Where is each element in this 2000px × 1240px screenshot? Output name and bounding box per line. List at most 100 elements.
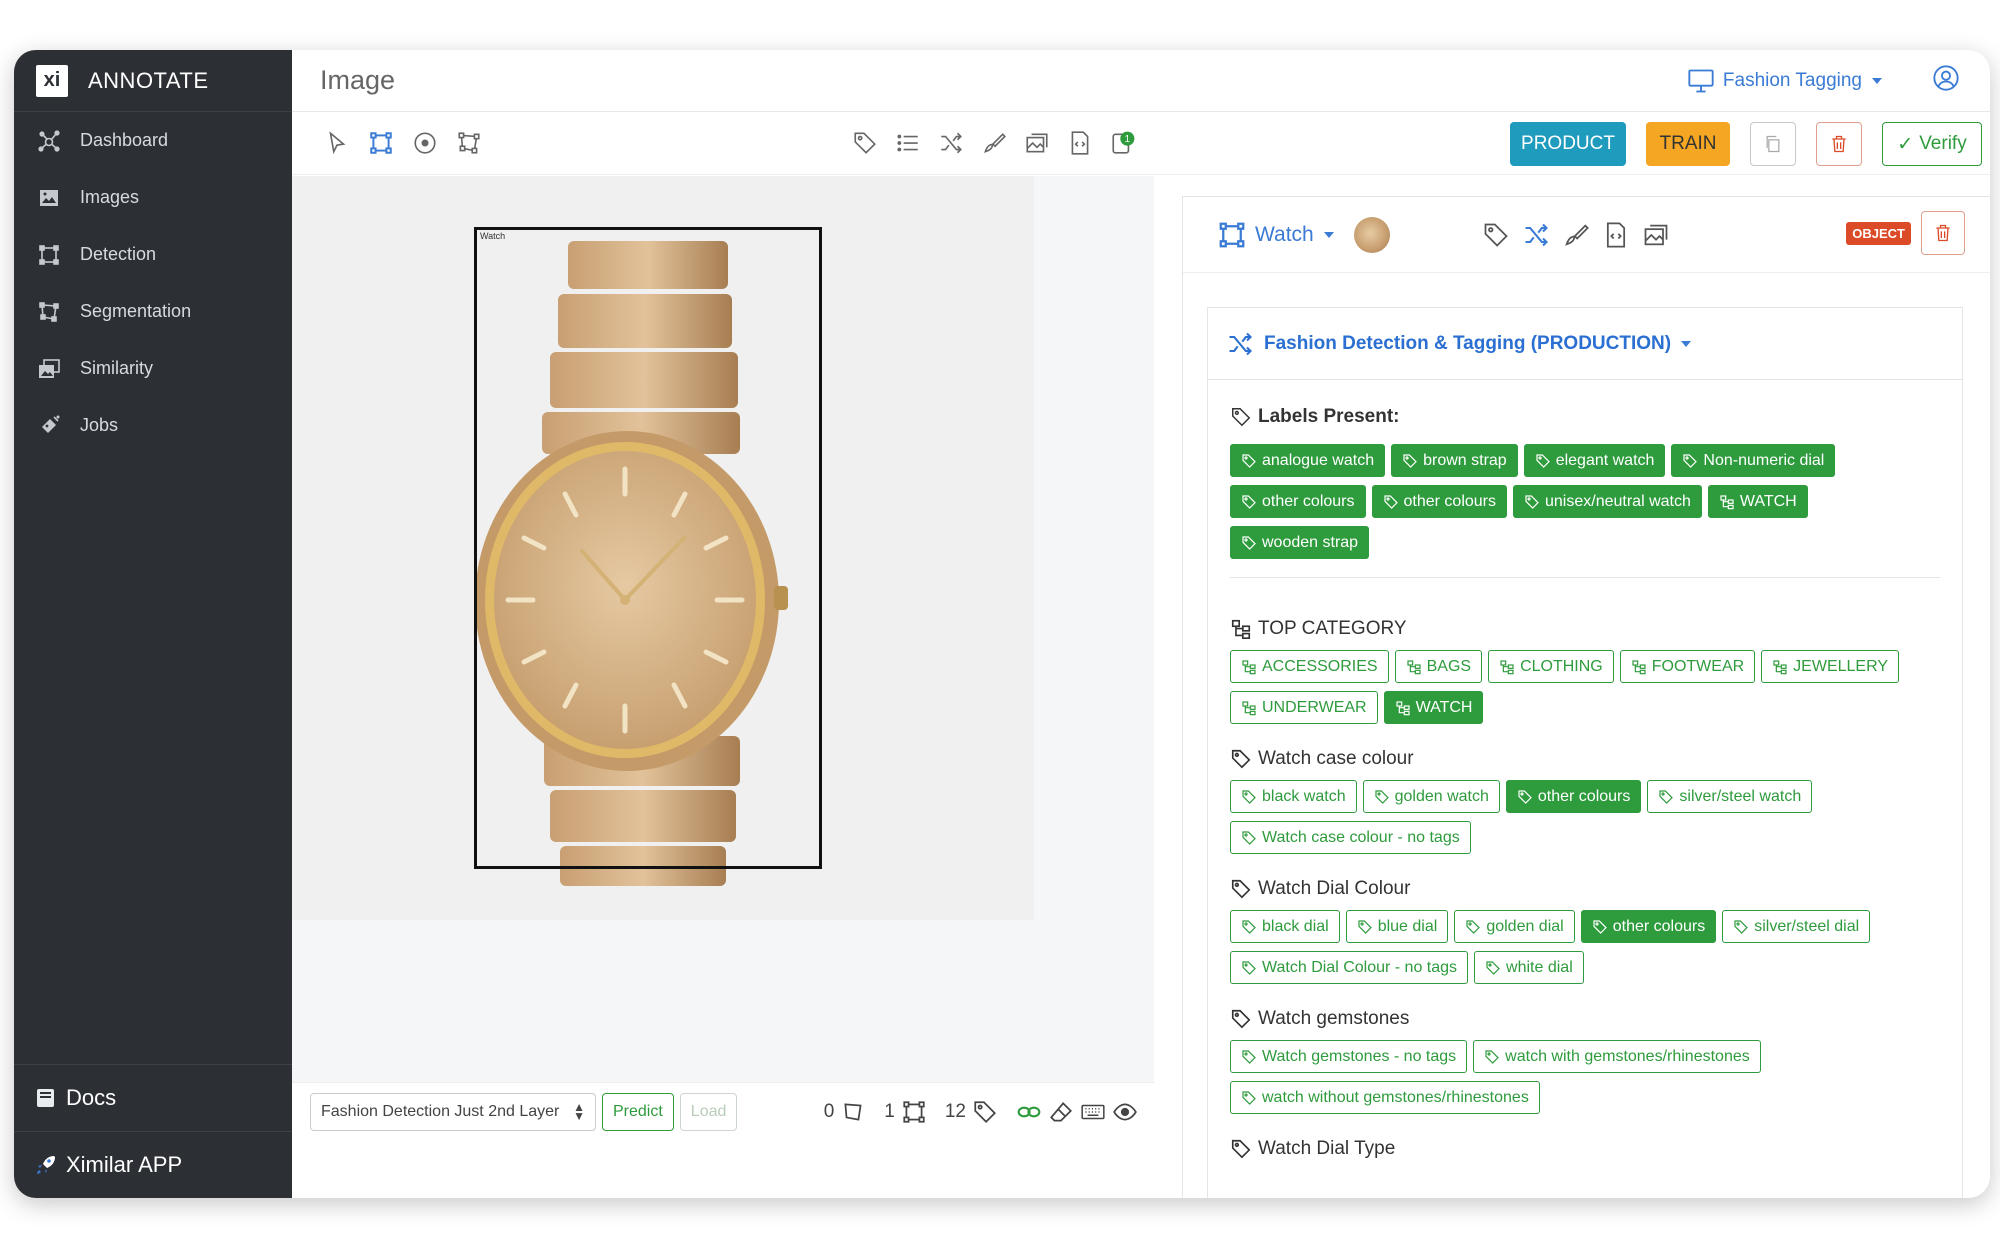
annotation-canvas[interactable]: Watch Fashion Detection Just 2nd Layer ▲… <box>292 176 1154 1140</box>
label-tag[interactable]: UNDERWEAR <box>1230 691 1378 724</box>
polygon-icon <box>458 132 480 154</box>
tag-tool[interactable] <box>850 128 880 158</box>
label-tag[interactable]: other colours <box>1371 485 1507 518</box>
label-tag[interactable]: white dial <box>1474 951 1584 984</box>
mask-toggle-icon[interactable] <box>1016 1099 1042 1125</box>
ximilar-app-link[interactable]: Ximilar APP <box>14 1131 292 1198</box>
label-tag-text: other colours <box>1537 787 1631 805</box>
label-tag[interactable]: golden watch <box>1362 780 1500 813</box>
image-stack-icon[interactable] <box>1642 221 1670 249</box>
bbox-label: Watch <box>480 231 506 241</box>
label-tag[interactable]: golden dial <box>1454 910 1575 943</box>
tag-icon[interactable] <box>1482 221 1510 249</box>
shuffle-tool[interactable] <box>936 128 966 158</box>
label-tag[interactable]: WATCH <box>1383 691 1484 724</box>
label-tag[interactable]: blue dial <box>1345 910 1449 943</box>
label-tag[interactable]: FOOTWEAR <box>1619 650 1756 683</box>
train-button[interactable]: TRAIN <box>1646 122 1730 166</box>
verify-button[interactable]: ✓ Verify <box>1882 122 1982 166</box>
bbox-tool[interactable] <box>366 128 396 158</box>
sidebar-item-detection[interactable]: Detection <box>14 226 292 283</box>
point-tool[interactable] <box>410 128 440 158</box>
load-button[interactable]: Load <box>679 1092 738 1131</box>
eye-icon[interactable] <box>1112 1099 1138 1125</box>
app-label: Ximilar APP <box>66 1152 183 1177</box>
section-title: Watch Dial Colour <box>1230 876 1940 902</box>
code-tool[interactable] <box>1065 128 1095 158</box>
label-tag[interactable]: silver/steel watch <box>1647 780 1813 813</box>
chevron-down-icon <box>1323 231 1334 238</box>
label-tag[interactable]: other colours <box>1230 485 1366 518</box>
bounding-box[interactable]: Watch <box>474 227 822 869</box>
label-tag[interactable]: Watch Dial Colour - no tags <box>1230 951 1469 984</box>
label-tag[interactable]: JEWELLERY <box>1761 650 1900 683</box>
product-button[interactable]: PRODUCT <box>1510 122 1626 166</box>
category-icon <box>1230 618 1258 640</box>
docs-link[interactable]: Docs <box>14 1064 292 1131</box>
section-title-text: Watch Dial Type <box>1258 1138 1396 1159</box>
label-tag-text: ACCESSORIES <box>1262 657 1378 675</box>
label-tag-text: elegant watch <box>1555 451 1655 469</box>
label-tag[interactable]: silver/steel dial <box>1722 910 1871 943</box>
tag-icon <box>1241 1090 1262 1106</box>
eraser-icon[interactable] <box>1048 1099 1074 1125</box>
polygon-tool[interactable] <box>454 128 484 158</box>
sidebar-item-segmentation[interactable]: Segmentation <box>14 283 292 340</box>
shuffle-icon[interactable] <box>1522 221 1550 249</box>
tag-section: Watch case colour black watch golden watch… <box>1230 746 1940 854</box>
list-icon <box>897 134 918 152</box>
brush-tool[interactable] <box>979 128 1009 158</box>
pointer-tool[interactable] <box>322 128 352 158</box>
label-tag[interactable]: BAGS <box>1394 650 1483 683</box>
tag-icon <box>1383 494 1404 510</box>
label-tag[interactable]: ACCESSORIES <box>1230 650 1389 683</box>
sidebar-item-jobs[interactable]: Jobs <box>14 397 292 454</box>
label-tag[interactable]: WATCH <box>1707 485 1808 518</box>
label-tag-text: black watch <box>1262 787 1346 805</box>
main-content: Image Fashion Tagging 1 PRODUCT TRAIN ✓ … <box>292 50 1990 1198</box>
tag-list: black watch golden watch other colours silv… <box>1230 780 1940 854</box>
label-tag[interactable]: Non-numeric dial <box>1671 444 1836 477</box>
shuffle-icon <box>1229 332 1252 355</box>
label-tag[interactable]: unisex/neutral watch <box>1513 485 1702 518</box>
label-tag[interactable]: Watch gemstones - no tags <box>1230 1040 1468 1073</box>
label-tag[interactable]: watch without gemstones/rhinestones <box>1230 1081 1540 1114</box>
book-icon <box>37 1089 54 1107</box>
user-icon[interactable] <box>1932 64 1960 97</box>
project-name: Fashion Tagging <box>1722 69 1862 91</box>
sidebar-item-similarity[interactable]: Similarity <box>14 340 292 397</box>
brush-icon[interactable] <box>1562 221 1590 249</box>
label-tag-text: BAGS <box>1426 657 1472 675</box>
sidebar-item-dashboard[interactable]: Dashboard <box>14 112 292 169</box>
trash-icon <box>1832 135 1846 153</box>
tag-icon <box>1230 1008 1258 1030</box>
notes-tool[interactable]: 1 <box>1108 128 1138 158</box>
predict-button[interactable]: Predict <box>602 1092 674 1131</box>
label-tag[interactable]: analogue watch <box>1230 444 1386 477</box>
label-tag[interactable]: brown strap <box>1391 444 1518 477</box>
project-switcher[interactable]: Fashion Tagging <box>1687 67 1882 95</box>
tag-icon <box>1232 408 1251 427</box>
list-tool[interactable] <box>893 128 923 158</box>
sidebar-item-images[interactable]: Images <box>14 169 292 226</box>
delete-image-button[interactable] <box>1816 122 1862 166</box>
tag-icon <box>1230 878 1258 900</box>
label-tag[interactable]: other colours <box>1505 780 1642 813</box>
task-selector[interactable]: Fashion Detection & Tagging (PRODUCTION) <box>1208 308 1962 380</box>
label-tag[interactable]: black dial <box>1230 910 1340 943</box>
object-selector[interactable]: Watch <box>1217 220 1334 250</box>
label-tag[interactable]: watch with gemstones/rhinestones <box>1473 1040 1761 1073</box>
label-tag[interactable]: elegant watch <box>1523 444 1666 477</box>
label-tag[interactable]: black watch <box>1230 780 1357 813</box>
model-select[interactable]: Fashion Detection Just 2nd Layer ▲ ▼ <box>310 1092 596 1131</box>
label-tag[interactable]: other colours <box>1580 910 1717 943</box>
copy-button[interactable] <box>1750 122 1796 166</box>
keyboard-icon[interactable] <box>1080 1099 1106 1125</box>
images-tool[interactable] <box>1022 128 1052 158</box>
label-tag[interactable]: wooden strap <box>1230 526 1370 559</box>
code-file-icon[interactable] <box>1602 221 1630 249</box>
label-tag[interactable]: CLOTHING <box>1488 650 1614 683</box>
label-tag[interactable]: Watch case colour - no tags <box>1230 821 1471 854</box>
brand[interactable]: xi ANNOTATE <box>14 50 292 112</box>
delete-object-button[interactable] <box>1921 211 1965 255</box>
